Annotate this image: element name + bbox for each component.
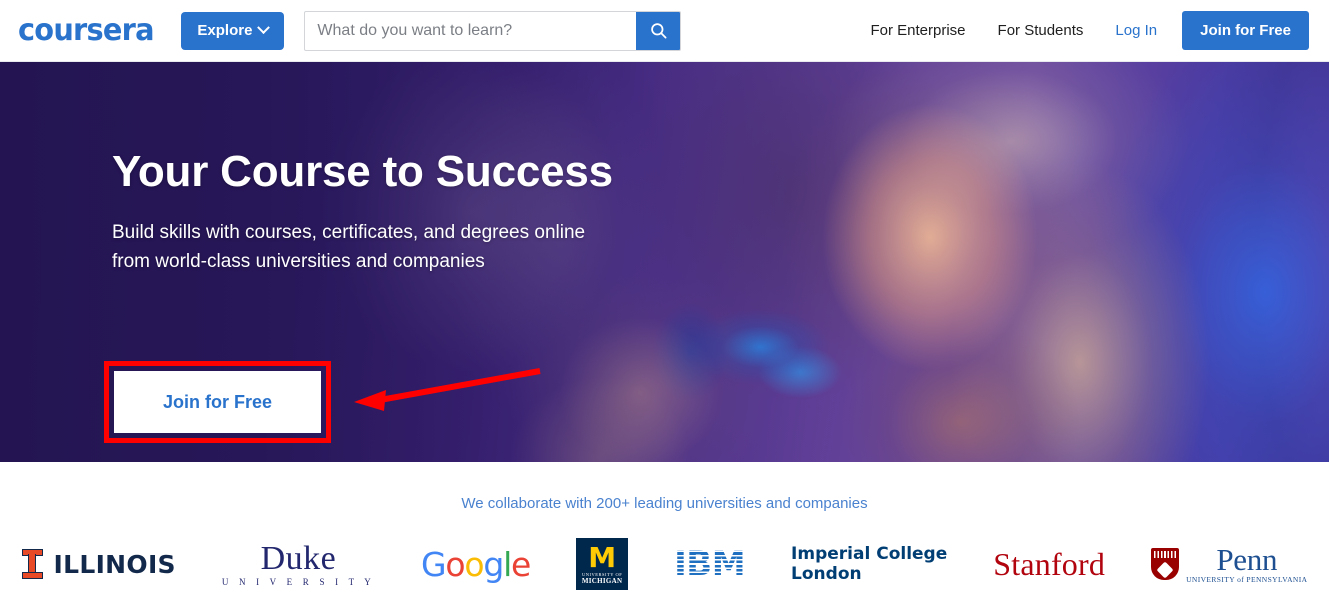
coursera-logo[interactable]: coursera [18,15,155,46]
hero-section: Your Course to Success Build skills with… [0,62,1329,462]
hero-title: Your Course to Success [112,147,613,196]
header-join-for-free-button[interactable]: Join for Free [1182,11,1309,50]
partner-logo-michigan[interactable]: M UNIVERSITY OF MICHIGAN [576,538,629,590]
hero-subtitle: Build skills with courses, certificates,… [112,221,586,272]
search-submit-button[interactable] [636,11,681,50]
penn-subtext: UNIVERSITY of PENNSYLVANIA [1186,575,1308,585]
partner-logo-illinois[interactable]: ILLINOIS [21,538,176,590]
google-wordmark: Google [420,544,531,584]
michigan-m-mark: M [588,540,617,574]
penn-shield-icon [1151,548,1180,580]
header-nav: For Enterprise For Students Log In Join … [854,11,1309,50]
michigan-line2: MICHIGAN [581,577,623,586]
search-icon [651,23,667,39]
illinois-wordmark: ILLINOIS [53,549,176,579]
hero-cta-highlight: Join for Free [104,361,331,443]
chevron-down-icon [257,21,271,35]
stanford-wordmark: Stanford [993,546,1106,582]
explore-button[interactable]: Explore [181,11,285,50]
ibm-wordmark: IBM [672,544,747,584]
nav-for-enterprise[interactable]: For Enterprise [854,22,981,39]
annotation-highlight-box: Join for Free [104,361,331,443]
illinois-block-i-icon [21,549,43,579]
partners-section: We collaborate with 200+ leading univers… [0,462,1329,605]
duke-subtext: U N I V E R S I T Y [221,576,375,587]
search-input[interactable] [305,11,637,50]
site-header: coursera Explore For Enterprise For Stud… [0,0,1329,62]
partner-logo-row: ILLINOIS Duke U N I V E R S I T Y Google… [0,538,1329,590]
explore-button-label: Explore [197,22,253,39]
imperial-line2: London [791,564,862,584]
partner-logo-imperial-college-london[interactable]: Imperial College London [791,538,947,590]
duke-wordmark: Duke [260,539,337,577]
partners-caption: We collaborate with 200+ leading univers… [461,495,868,512]
partner-logo-duke[interactable]: Duke U N I V E R S I T Y [222,538,375,590]
partner-logo-stanford[interactable]: Stanford [993,538,1105,590]
search-bar[interactable] [304,10,682,51]
nav-log-in[interactable]: Log In [1099,22,1173,39]
hero-copy: Your Course to Success Build skills with… [112,148,672,276]
nav-for-students[interactable]: For Students [982,22,1100,39]
partner-logo-penn[interactable]: Penn UNIVERSITY of PENNSYLVANIA [1151,538,1307,590]
hero-join-for-free-button[interactable]: Join for Free [114,371,321,433]
imperial-line1: Imperial College [791,543,948,564]
partner-logo-google[interactable]: Google [420,538,531,590]
penn-wordmark: Penn [1216,542,1278,578]
partner-logo-ibm[interactable]: IBM [672,538,747,590]
